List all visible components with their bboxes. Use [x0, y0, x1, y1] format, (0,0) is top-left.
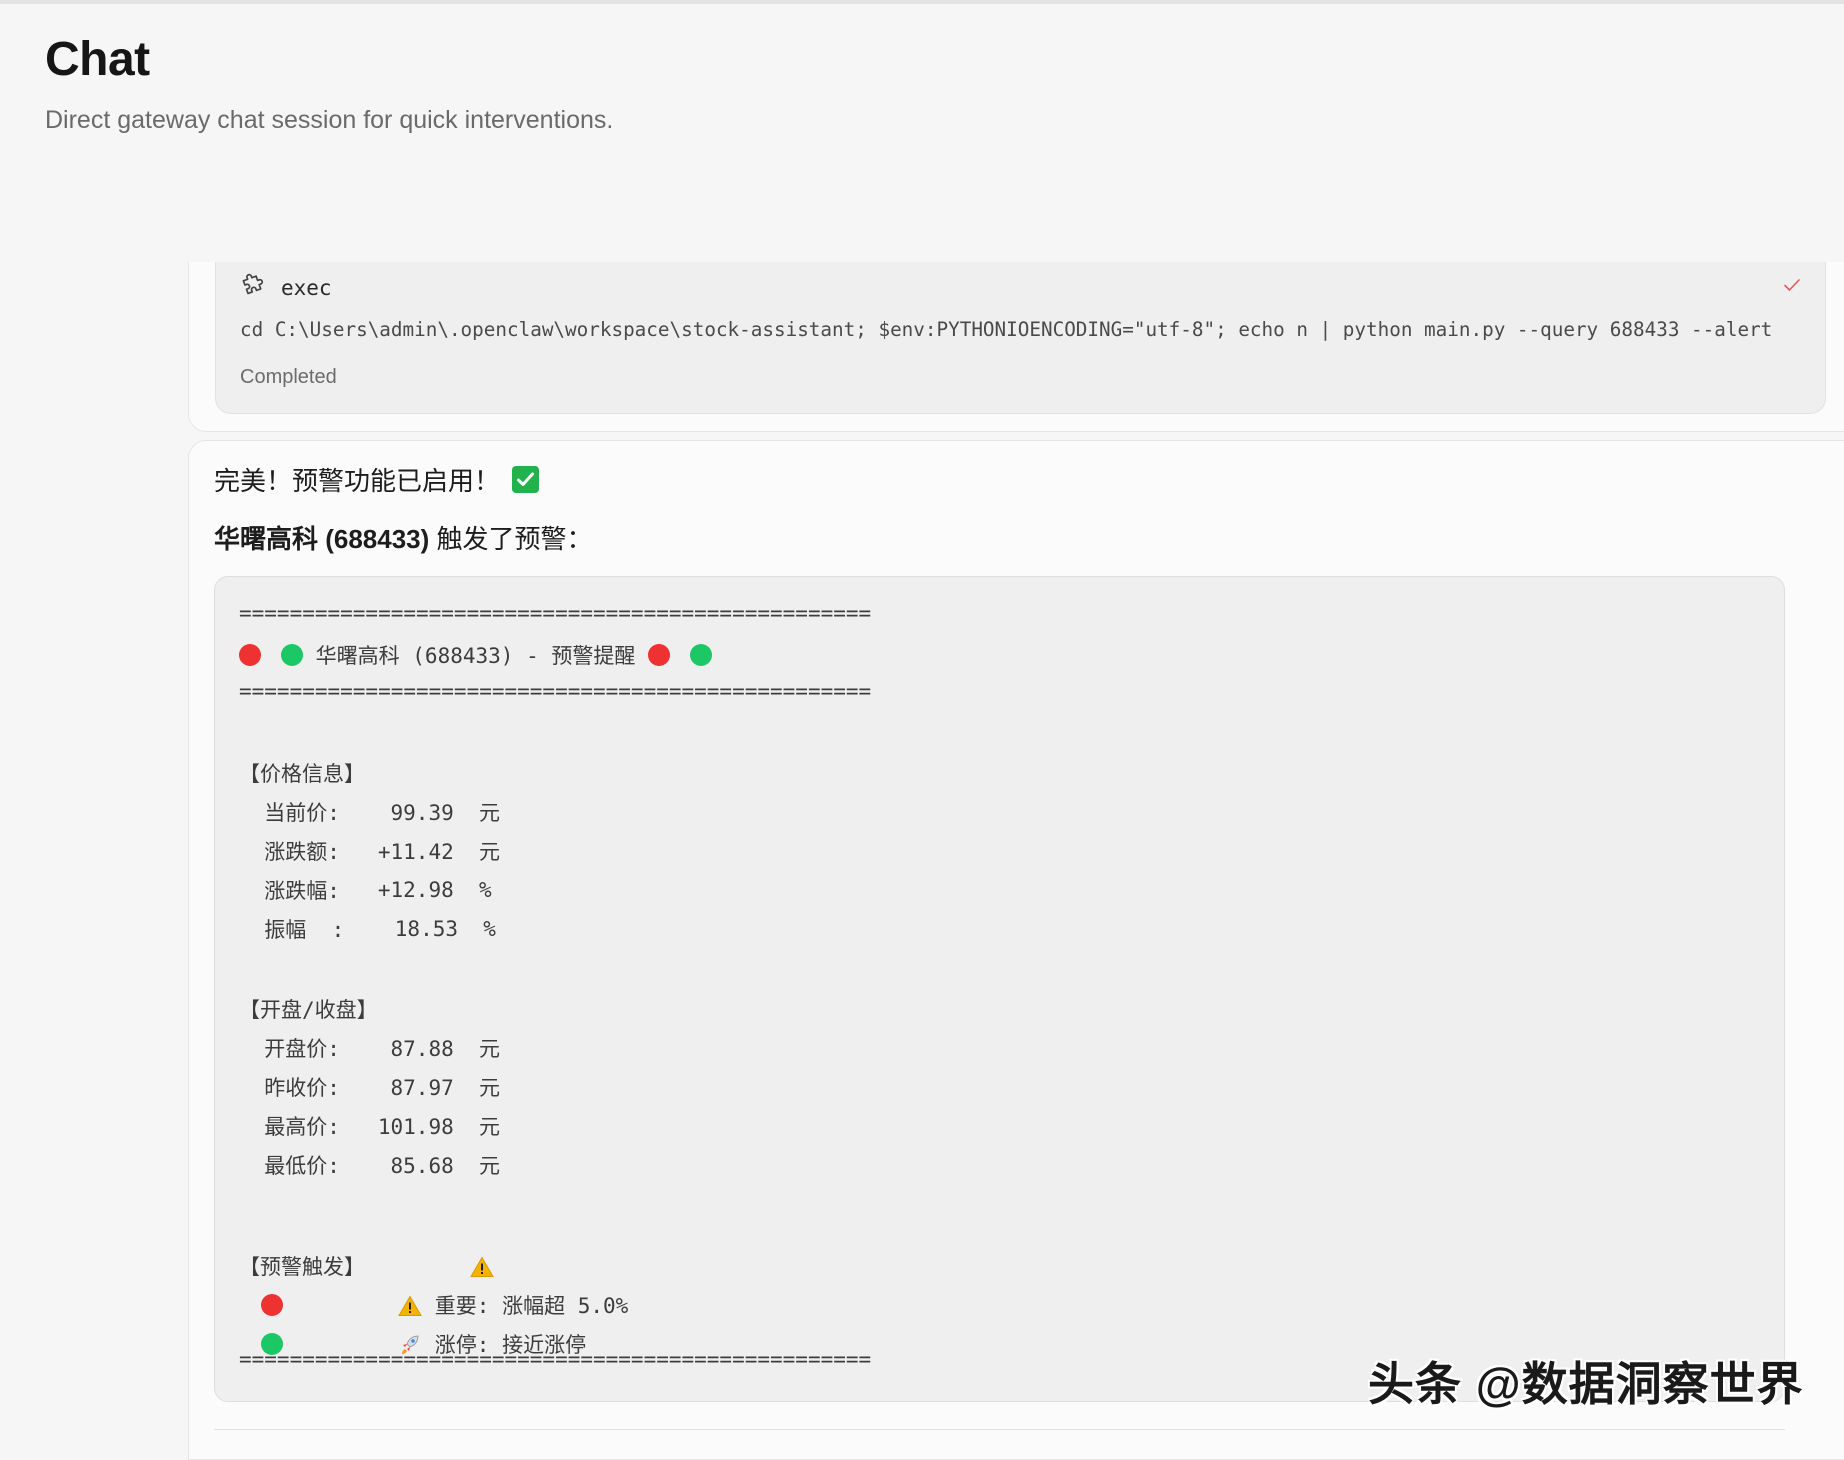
code-row: 涨跌额: +11.42 元	[239, 840, 501, 864]
chat-gutter	[0, 262, 188, 1441]
price-section-header: 【价格信息】	[239, 762, 365, 786]
code-block: ========================================…	[214, 576, 1785, 1402]
message-text: 触发了预警：	[429, 524, 593, 554]
code-row: 最低价: 85.68 元	[239, 1154, 501, 1178]
red-dot-icon	[239, 644, 261, 666]
code-row: 涨跌幅: +12.98 %	[239, 878, 492, 903]
green-dot-icon	[690, 644, 713, 666]
message-line-1: 完美！预警功能已启用！	[214, 461, 540, 498]
code-rule-mid: ========================================…	[239, 679, 872, 703]
green-dot-icon	[281, 644, 303, 666]
check-box-icon	[512, 466, 540, 493]
code-row: 昨收价: 87.97 元	[239, 1076, 501, 1100]
red-dot-icon	[648, 644, 671, 666]
check-icon	[1781, 274, 1803, 296]
code-title: 华曙高科 (688433) - 预警提醒	[303, 644, 649, 668]
page-subtitle: Direct gateway chat session for quick in…	[45, 106, 614, 134]
code-rule-bottom: ========================================…	[239, 1347, 872, 1371]
assistant-message: 完美！预警功能已启用！ 华曙高科 (688433) 触发了预警： =======…	[188, 440, 1844, 1460]
code-rule-top: ========================================…	[239, 601, 872, 625]
top-divider	[0, 0, 1844, 4]
code-title-line: 华曙高科 (688433) - 预警提醒	[239, 640, 713, 670]
tool-message: exec cd C:\Users\admin\.openclaw\workspa…	[188, 262, 1844, 432]
watermark: 头条 @数据洞察世界	[1368, 1358, 1804, 1410]
tool-status: Completed	[240, 366, 337, 388]
puzzle-icon	[240, 272, 267, 304]
message-line-2: 华曙高科 (688433) 触发了预警：	[214, 519, 593, 556]
code-row: 开盘价: 87.88 元	[239, 1037, 501, 1061]
tool-name: exec	[281, 276, 332, 300]
tool-command: cd C:\Users\admin\.openclaw\workspace\st…	[240, 318, 1773, 341]
open-section-header: 【开盘/收盘】	[239, 998, 378, 1022]
tool-call-card[interactable]: exec cd C:\Users\admin\.openclaw\workspa…	[215, 262, 1826, 414]
code-row: 当前价: 99.39 元	[239, 801, 501, 825]
tool-call-header: exec	[240, 272, 332, 304]
code-row: 振幅 : 18.53 %	[239, 917, 496, 942]
page-title: Chat	[45, 33, 150, 86]
message-text: 完美！预警功能已启用！	[214, 466, 501, 496]
code-row: 最高价: 101.98 元	[239, 1115, 501, 1139]
stock-name: 华曙高科 (688433)	[214, 524, 430, 554]
message-divider	[214, 1429, 1785, 1430]
